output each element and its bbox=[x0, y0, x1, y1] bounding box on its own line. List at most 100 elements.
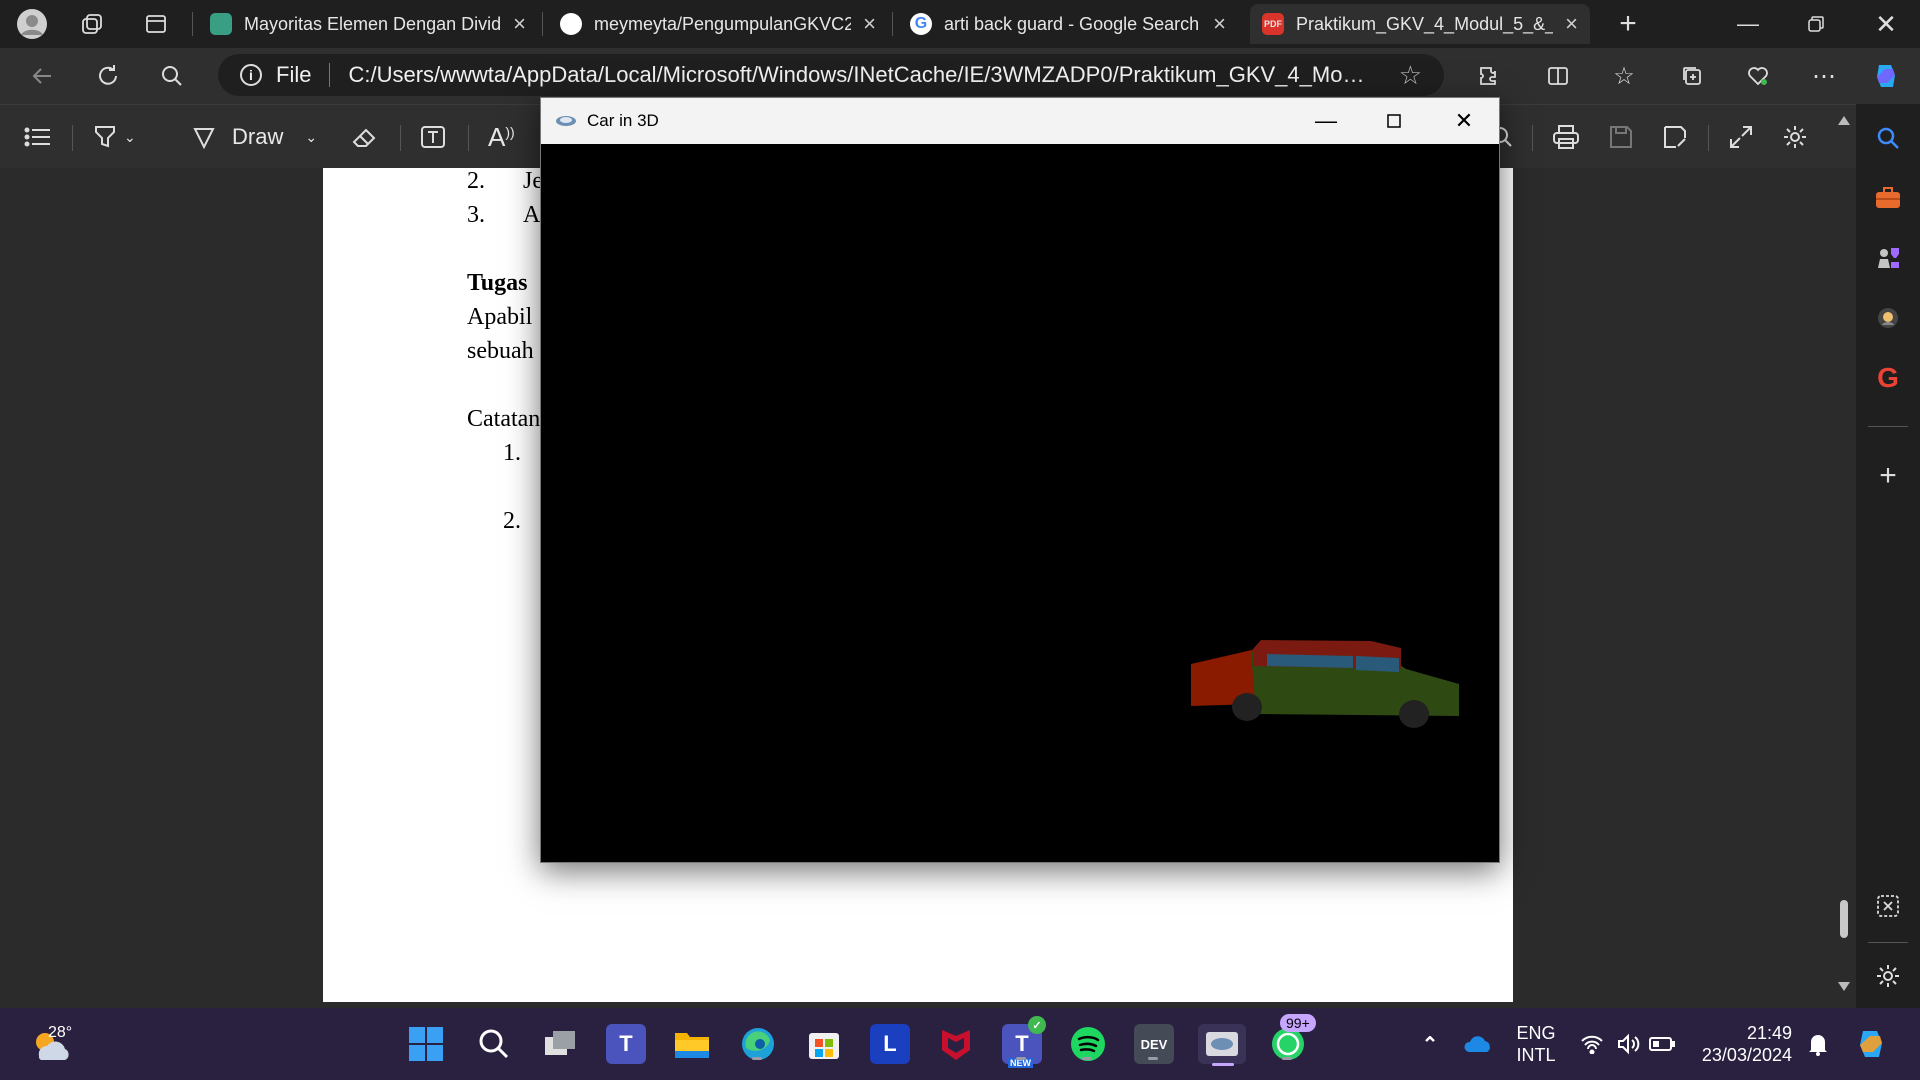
tab-google-search[interactable]: G arti back guard - Google Search × bbox=[898, 4, 1238, 44]
notification-bell-icon[interactable] bbox=[1798, 1024, 1838, 1064]
teams-icon[interactable]: T bbox=[606, 1024, 646, 1064]
close-browser-button[interactable]: ✕ bbox=[1870, 8, 1902, 40]
copilot-icon[interactable] bbox=[1870, 60, 1902, 92]
edge-browser-icon[interactable] bbox=[738, 1024, 778, 1064]
workspaces-icon[interactable] bbox=[76, 8, 108, 40]
file-explorer-icon[interactable] bbox=[672, 1024, 712, 1064]
favorites-icon[interactable]: ☆ bbox=[1608, 60, 1640, 92]
tab-chatgpt[interactable]: Mayoritas Elemen Dengan Divid × bbox=[198, 4, 538, 44]
google-icon: G bbox=[910, 13, 932, 35]
app-icon bbox=[556, 116, 576, 126]
search-icon[interactable] bbox=[156, 60, 188, 92]
add-text-icon[interactable] bbox=[420, 121, 446, 153]
browser-essentials-icon[interactable] bbox=[1742, 60, 1774, 92]
games-icon[interactable] bbox=[1872, 242, 1904, 274]
car-model bbox=[1191, 640, 1459, 728]
close-icon[interactable]: × bbox=[1213, 11, 1226, 37]
office-icon[interactable] bbox=[1872, 302, 1904, 334]
favorite-star-icon[interactable]: ☆ bbox=[1399, 60, 1422, 91]
pdf-icon: PDF bbox=[1262, 13, 1284, 35]
collections-icon[interactable] bbox=[1676, 60, 1708, 92]
windows-taskbar: 28° T L T ✓ NEW DEV 99+ ⌃ ENG INTL 21:49… bbox=[0, 1008, 1920, 1080]
back-button[interactable] bbox=[26, 60, 58, 92]
sidebar-settings-icon[interactable] bbox=[1872, 960, 1904, 992]
read-aloud-icon[interactable]: A)) bbox=[488, 121, 515, 153]
chevron-down-icon[interactable]: ⌄ bbox=[124, 129, 136, 146]
doc-text: Apabil bbox=[467, 304, 533, 330]
car-3d-window[interactable]: Car in 3D — ✕ bbox=[540, 97, 1500, 863]
close-icon[interactable]: × bbox=[513, 11, 526, 37]
info-icon[interactable]: i bbox=[240, 64, 262, 86]
list-number: 2. bbox=[503, 508, 521, 534]
tab-title: meymeyta/PengumpulanGKVC2 bbox=[594, 13, 852, 34]
teams-new-icon[interactable]: T ✓ NEW bbox=[1002, 1016, 1046, 1068]
print-icon[interactable] bbox=[1552, 121, 1580, 153]
extensions-icon[interactable] bbox=[1472, 60, 1504, 92]
edge-sidebar: G + bbox=[1856, 104, 1920, 1008]
mcafee-icon[interactable] bbox=[936, 1024, 976, 1064]
start-windows-icon[interactable] bbox=[406, 1024, 446, 1064]
restore-browser-button[interactable] bbox=[1800, 8, 1832, 40]
close-icon[interactable]: × bbox=[1565, 11, 1578, 37]
spotify-icon[interactable] bbox=[1068, 1024, 1108, 1064]
doc-text: A bbox=[523, 202, 541, 228]
doc-text: Catatan bbox=[467, 406, 541, 432]
lang-line2: INTL bbox=[1516, 1045, 1556, 1065]
tools-briefcase-icon[interactable] bbox=[1872, 182, 1904, 214]
profile-avatar-icon[interactable] bbox=[16, 8, 48, 40]
tab-pdf[interactable]: PDF Praktikum_GKV_4_Modul_5_&_6 × bbox=[1250, 4, 1590, 44]
onedrive-icon[interactable] bbox=[1458, 1024, 1498, 1064]
pdf-settings-icon[interactable] bbox=[1782, 121, 1808, 153]
battery-icon[interactable] bbox=[1642, 1024, 1682, 1064]
highlight-icon[interactable]: ⌄ bbox=[92, 121, 136, 153]
tab-title: arti back guard - Google Search bbox=[944, 13, 1200, 34]
google-icon[interactable]: G bbox=[1872, 362, 1904, 394]
draw-button[interactable]: Draw ⌄ bbox=[192, 121, 317, 153]
opengl-app-icon[interactable] bbox=[1198, 1024, 1246, 1066]
more-menu-icon[interactable]: ⋯ bbox=[1808, 60, 1840, 92]
close-icon[interactable]: × bbox=[863, 11, 876, 37]
scroll-down-arrow[interactable] bbox=[1838, 982, 1850, 991]
whatsapp-icon[interactable]: 99+ bbox=[1268, 1014, 1316, 1064]
microsoft-store-icon[interactable] bbox=[804, 1024, 844, 1064]
save-as-icon[interactable] bbox=[1662, 121, 1688, 153]
language-indicator[interactable]: ENG INTL bbox=[1508, 1022, 1564, 1066]
url-field[interactable]: i File C:/Users/wwwta/AppData/Local/Micr… bbox=[218, 54, 1444, 96]
github-icon bbox=[560, 13, 582, 35]
maximize-button[interactable] bbox=[1359, 98, 1429, 144]
scroll-up-arrow[interactable] bbox=[1838, 116, 1850, 125]
scroll-thumb[interactable] bbox=[1840, 900, 1848, 938]
save-icon[interactable] bbox=[1608, 121, 1634, 153]
tab-actions-icon[interactable] bbox=[140, 8, 172, 40]
sidebar-search-icon[interactable] bbox=[1872, 122, 1904, 154]
close-button[interactable]: ✕ bbox=[1429, 98, 1499, 144]
pdf-scrollbar[interactable] bbox=[1832, 110, 1856, 1000]
wifi-icon[interactable] bbox=[1572, 1024, 1612, 1064]
launcher-l-icon[interactable]: L bbox=[870, 1024, 910, 1064]
devcpp-icon[interactable]: DEV bbox=[1134, 1024, 1174, 1064]
minimize-browser-button[interactable]: — bbox=[1732, 8, 1764, 40]
task-view-icon[interactable] bbox=[540, 1024, 580, 1064]
reload-button[interactable] bbox=[92, 60, 124, 92]
eraser-icon[interactable] bbox=[352, 121, 378, 153]
clock[interactable]: 21:49 23/03/2024 bbox=[1698, 1022, 1792, 1066]
doc-text: sebuah bbox=[467, 338, 534, 364]
add-sidebar-app-icon[interactable]: + bbox=[1872, 459, 1904, 492]
contents-list-icon[interactable] bbox=[24, 121, 52, 153]
lang-line1: ENG bbox=[1516, 1023, 1556, 1043]
taskbar-search-icon[interactable] bbox=[474, 1024, 514, 1064]
screenshot-icon[interactable] bbox=[1872, 890, 1904, 922]
chevron-up-icon[interactable]: ⌃ bbox=[1410, 1024, 1450, 1064]
new-tab-button[interactable]: + bbox=[1612, 7, 1644, 40]
minimize-button[interactable]: — bbox=[1291, 98, 1361, 144]
opengl-viewport[interactable] bbox=[541, 144, 1499, 862]
list-number: 1. bbox=[503, 440, 521, 466]
weather-temp: 28° bbox=[48, 1024, 73, 1041]
full-screen-icon[interactable] bbox=[1728, 121, 1754, 153]
tab-github[interactable]: meymeyta/PengumpulanGKVC2 × bbox=[548, 4, 888, 44]
split-screen-icon[interactable] bbox=[1542, 60, 1574, 92]
chevron-down-icon[interactable]: ⌄ bbox=[305, 129, 317, 146]
chatgpt-icon bbox=[210, 13, 232, 35]
time-text: 21:49 bbox=[1746, 1023, 1792, 1043]
copilot-pre-icon[interactable] bbox=[1852, 1024, 1892, 1064]
